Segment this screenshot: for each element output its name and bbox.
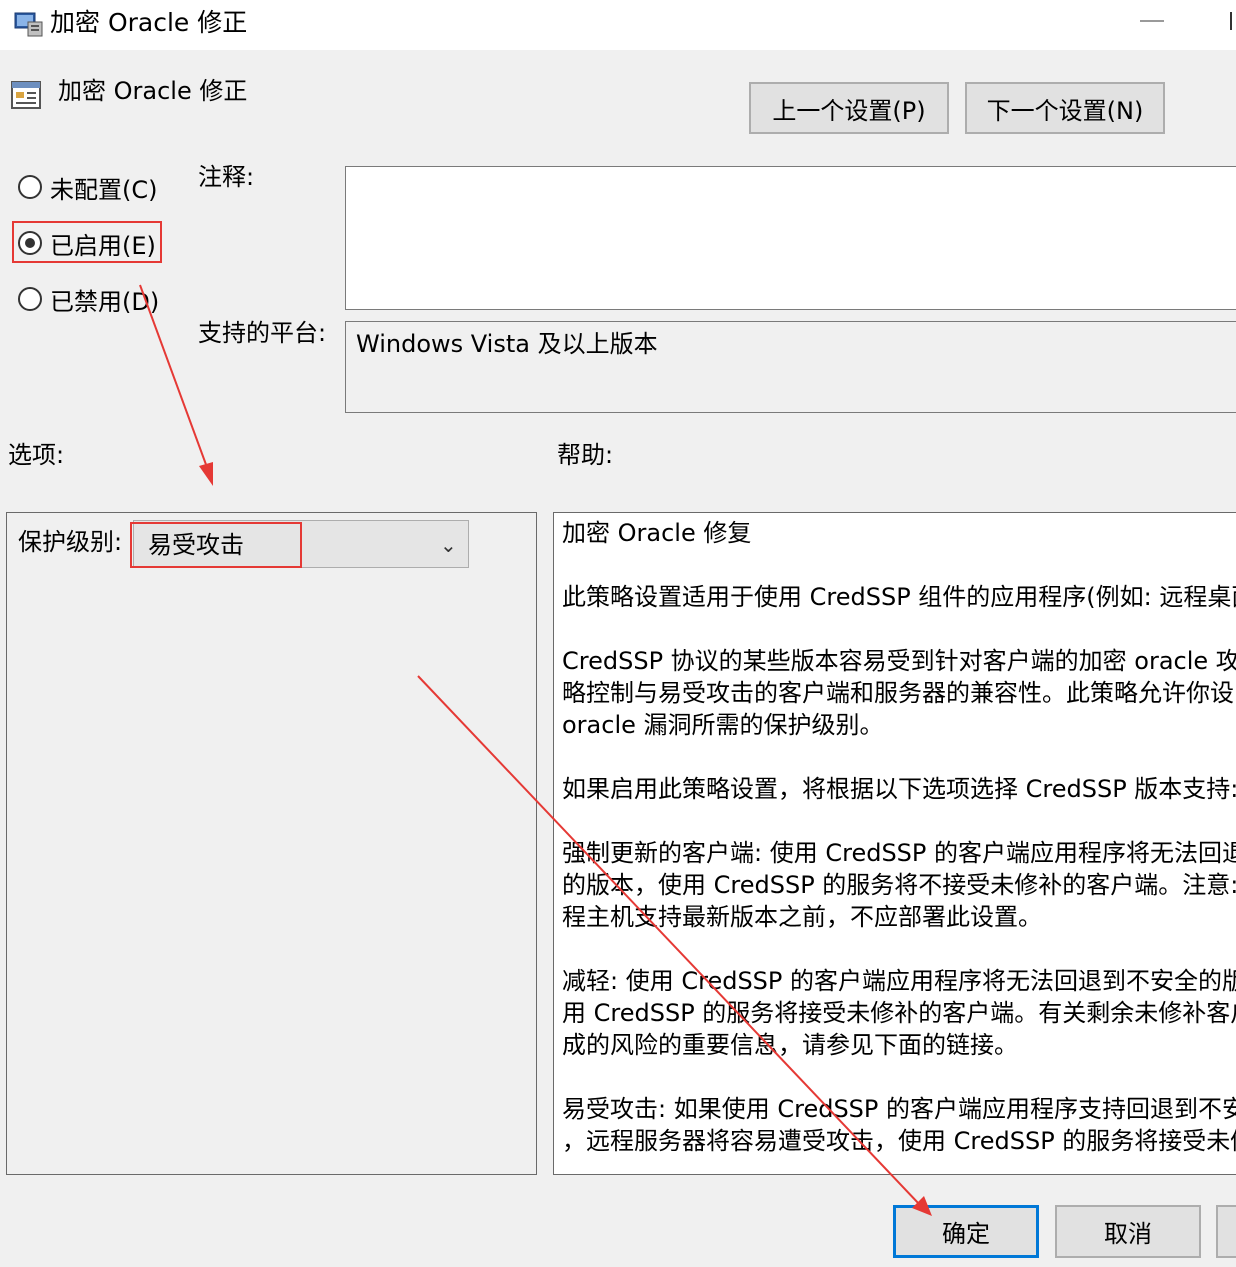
- help-text-pane[interactable]: 加密 Oracle 修复此策略设置适用于使用 CredSSP 组件的应用程序(例…: [553, 512, 1236, 1175]
- help-label: 帮助:: [557, 441, 614, 469]
- help-line: 加密 Oracle 修复: [562, 519, 752, 547]
- help-line: 略控制与易受攻击的客户端和服务器的兼容性。此策略允许你设: [562, 679, 1234, 707]
- help-paragraph: 易受攻击: 如果使用 CredSSP 的客户端应用程序支持回退到不安全 ，远程服务…: [562, 1093, 1236, 1157]
- help-line: 如果启用此策略设置，将根据以下选项选择 CredSSP 版本支持:: [562, 775, 1236, 803]
- setting-title: 加密 Oracle 修正: [58, 77, 248, 105]
- chevron-down-icon[interactable]: ⌄: [440, 531, 457, 559]
- comment-textarea[interactable]: [345, 166, 1236, 310]
- help-line: oracle 漏洞所需的保护级别。: [562, 711, 884, 739]
- help-line: ，远程服务器将容易遭受攻击，使用 CredSSP 的服务将接受未修: [562, 1127, 1236, 1155]
- options-pane: [6, 512, 537, 1175]
- setting-icon: [10, 78, 44, 112]
- maximize-button[interactable]: [1230, 12, 1236, 30]
- help-line: 易受攻击: 如果使用 CredSSP 的客户端应用程序支持回退到不安全: [562, 1095, 1236, 1123]
- help-paragraph: 强制更新的客户端: 使用 CredSSP 的客户端应用程序将无法回退到 的版本，使…: [562, 837, 1236, 933]
- window-title: 加密 Oracle 修正: [50, 8, 248, 37]
- radio-circle[interactable]: [18, 287, 42, 311]
- help-line: 的版本，使用 CredSSP 的服务将不接受未修补的客户端。注意: 在: [562, 871, 1236, 899]
- help-paragraph: 减轻: 使用 CredSSP 的客户端应用程序将无法回退到不安全的版本用 Cre…: [562, 965, 1236, 1061]
- help-paragraph: 此策略设置适用于使用 CredSSP 组件的应用程序(例如: 远程桌面: [562, 581, 1236, 613]
- help-paragraph: 加密 Oracle 修复: [562, 517, 1236, 549]
- protection-level-label: 保护级别:: [18, 528, 123, 556]
- cancel-button[interactable]: 取消: [1055, 1205, 1201, 1258]
- platform-value: Windows Vista 及以上版本: [356, 330, 658, 358]
- annotation-highlight-dropdown: [130, 522, 302, 568]
- radio-label-not-configured: 未配置(C): [50, 175, 158, 204]
- radio-circle[interactable]: [18, 175, 42, 199]
- radio-disabled[interactable]: 已禁用(D): [18, 282, 159, 316]
- help-line: 用 CredSSP 的服务将接受未修补的客户端。有关剩余未修补客户: [562, 999, 1236, 1027]
- help-line: 此策略设置适用于使用 CredSSP 组件的应用程序(例如: 远程桌面: [562, 583, 1236, 611]
- help-paragraph: 如果启用此策略设置，将根据以下选项选择 CredSSP 版本支持:: [562, 773, 1236, 805]
- previous-setting-button[interactable]: 上一个设置(P): [749, 82, 949, 134]
- help-text: 加密 Oracle 修复此策略设置适用于使用 CredSSP 组件的应用程序(例…: [562, 517, 1236, 1174]
- help-line: 成的风险的重要信息，请参见下面的链接。: [562, 1031, 1018, 1059]
- apply-button[interactable]: [1216, 1205, 1236, 1258]
- help-paragraph: CredSSP 协议的某些版本容易受到针对客户端的加密 oracle 攻击 略控制…: [562, 645, 1236, 741]
- help-line: CredSSP 协议的某些版本容易受到针对客户端的加密 oracle 攻击: [562, 647, 1236, 675]
- radio-not-configured[interactable]: 未配置(C): [18, 170, 157, 204]
- annotation-arrowhead: [199, 462, 213, 486]
- radio-label-disabled: 已禁用(D): [50, 287, 160, 316]
- annotation-highlight-enabled: [12, 221, 162, 263]
- ok-button[interactable]: 确定: [893, 1205, 1039, 1258]
- comment-label: 注释:: [198, 163, 255, 191]
- next-setting-button[interactable]: 下一个设置(N): [965, 82, 1165, 134]
- help-line: 强制更新的客户端: 使用 CredSSP 的客户端应用程序将无法回退到: [562, 839, 1236, 867]
- help-line: 程主机支持最新版本之前，不应部署此设置。: [562, 903, 1042, 931]
- platform-label: 支持的平台:: [198, 319, 327, 347]
- options-label: 选项:: [8, 441, 65, 469]
- minimize-button[interactable]: [1140, 20, 1164, 22]
- help-line: 减轻: 使用 CredSSP 的客户端应用程序将无法回退到不安全的版本: [562, 967, 1236, 995]
- policy-editor-icon: [14, 10, 44, 38]
